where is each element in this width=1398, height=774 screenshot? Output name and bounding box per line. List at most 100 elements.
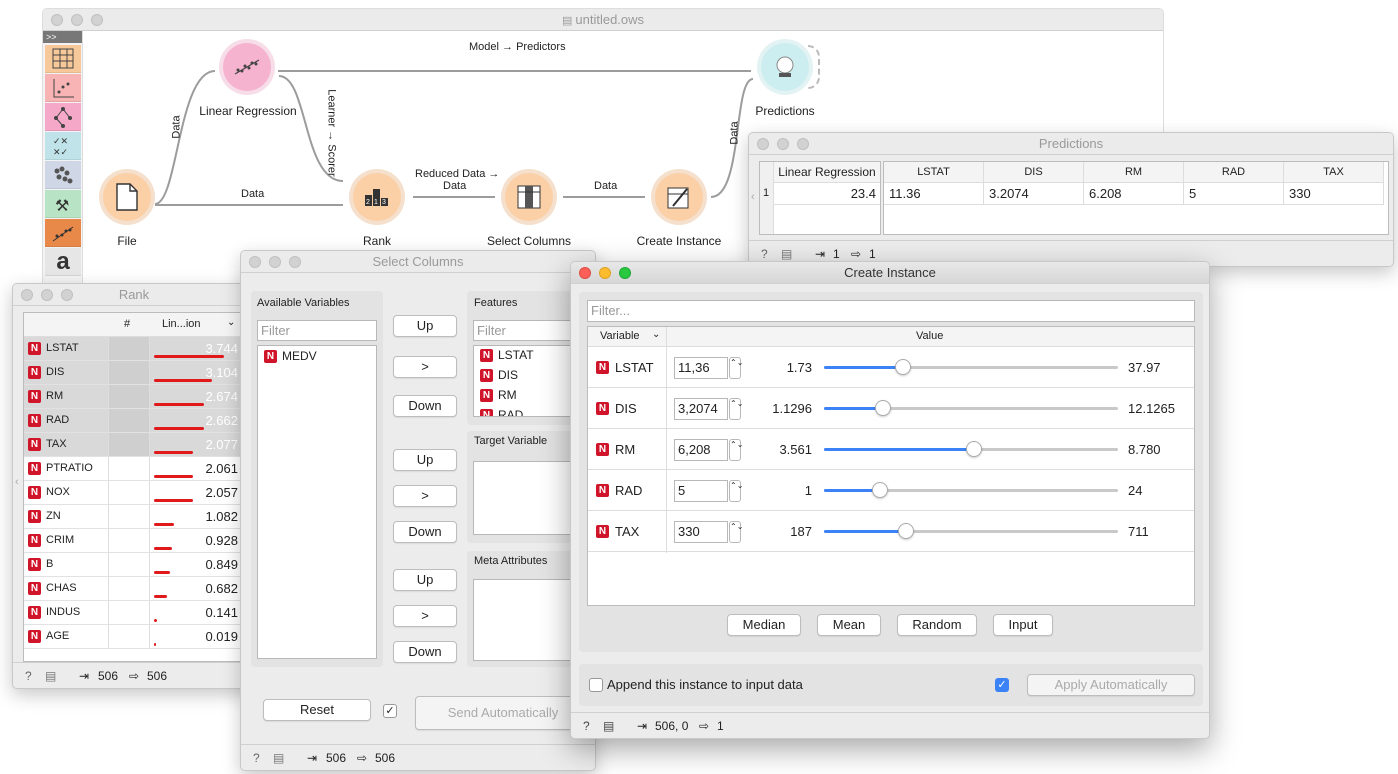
- random-button[interactable]: Random: [897, 614, 977, 636]
- help-icon[interactable]: ?: [25, 669, 32, 683]
- minimize-icon[interactable]: [599, 267, 611, 279]
- table-row[interactable]: N PTRATIO 2.061: [24, 457, 244, 481]
- table-row[interactable]: N AGE 0.019: [24, 625, 244, 649]
- table-row[interactable]: N DIS 3.104: [24, 361, 244, 385]
- value-input[interactable]: 5: [674, 480, 728, 502]
- value-stepper-icon[interactable]: ⌃⌄: [729, 357, 743, 379]
- predictions-column-header[interactable]: DIS: [984, 162, 1084, 183]
- table-row[interactable]: N RM 2.674: [24, 385, 244, 409]
- zoom-icon[interactable]: [289, 256, 301, 268]
- predictions-cell[interactable]: 3.2074: [984, 183, 1084, 205]
- value-input[interactable]: 3,2074: [674, 398, 728, 420]
- median-button[interactable]: Median: [727, 614, 801, 636]
- create-instance-widget[interactable]: [655, 173, 703, 221]
- available-variables-list[interactable]: N MEDV: [257, 345, 377, 659]
- variable-sort-chevron-icon[interactable]: ⌄: [652, 329, 660, 340]
- variable-column-header[interactable]: Variable: [600, 330, 640, 342]
- predictions-cell[interactable]: 5: [1184, 183, 1284, 205]
- slider-handle[interactable]: [965, 441, 982, 457]
- predictions-cell[interactable]: 330: [1284, 183, 1384, 205]
- minimize-icon[interactable]: [41, 289, 53, 301]
- value-input[interactable]: 11,36: [674, 357, 728, 379]
- features-up-button[interactable]: Up: [393, 315, 457, 337]
- append-checkbox[interactable]: [589, 678, 603, 692]
- features-down-button[interactable]: Down: [393, 395, 457, 417]
- close-icon[interactable]: [757, 138, 769, 150]
- zoom-icon[interactable]: [619, 267, 631, 279]
- sort-chevron-icon[interactable]: ⌄: [227, 317, 235, 328]
- meta-down-button[interactable]: Down: [393, 641, 457, 663]
- value-stepper-icon[interactable]: ⌃⌄: [729, 439, 743, 461]
- table-row[interactable]: N CRIM 0.928: [24, 529, 244, 553]
- value-column-header[interactable]: Value: [916, 330, 943, 342]
- zoom-icon[interactable]: [61, 289, 73, 301]
- predictions-column-header[interactable]: TAX: [1284, 162, 1384, 183]
- minimize-icon[interactable]: [269, 256, 281, 268]
- table-row[interactable]: N RAD 2.662: [24, 409, 244, 433]
- table-row[interactable]: N NOX 2.057: [24, 481, 244, 505]
- meta-move-button[interactable]: >: [393, 605, 457, 627]
- target-move-button[interactable]: >: [393, 485, 457, 507]
- features-move-button[interactable]: >: [393, 356, 457, 378]
- slider-handle[interactable]: [895, 359, 912, 375]
- help-icon[interactable]: ?: [253, 751, 260, 765]
- send-automatically-button[interactable]: Send Automatically: [415, 696, 591, 730]
- close-icon[interactable]: [579, 267, 591, 279]
- send-automatically-checkbox[interactable]: ✓: [383, 704, 397, 718]
- report-icon[interactable]: ▤: [273, 751, 284, 765]
- input-button[interactable]: Input: [993, 614, 1053, 636]
- help-icon[interactable]: ?: [761, 247, 768, 261]
- table-row[interactable]: N B 0.849: [24, 553, 244, 577]
- apply-automatically-button[interactable]: Apply Automatically: [1027, 674, 1195, 696]
- slider-handle[interactable]: [871, 482, 888, 498]
- target-up-button[interactable]: Up: [393, 449, 457, 471]
- value-input[interactable]: 330: [674, 521, 728, 543]
- rank-col-score[interactable]: Lin...ion: [162, 318, 201, 330]
- target-down-button[interactable]: Down: [393, 521, 457, 543]
- meta-up-button[interactable]: Up: [393, 569, 457, 591]
- available-filter-input[interactable]: Filter: [257, 320, 377, 341]
- model-column-header[interactable]: Linear Regression: [774, 162, 880, 183]
- predictions-cell[interactable]: 6.208: [1084, 183, 1184, 205]
- predictions-cell[interactable]: 11.36: [884, 183, 984, 205]
- value-stepper-icon[interactable]: ⌃⌄: [729, 521, 743, 543]
- select-columns-widget[interactable]: [505, 173, 553, 221]
- predictions-column-header[interactable]: RM: [1084, 162, 1184, 183]
- close-icon[interactable]: [21, 289, 33, 301]
- predictions-column-header[interactable]: RAD: [1184, 162, 1284, 183]
- table-row[interactable]: N ZN 1.082: [24, 505, 244, 529]
- linear-regression-widget[interactable]: [223, 43, 271, 91]
- report-icon[interactable]: ▤: [603, 719, 614, 733]
- apply-automatically-checkbox[interactable]: ✓: [995, 678, 1009, 692]
- mean-button[interactable]: Mean: [817, 614, 881, 636]
- value-input[interactable]: 6,208: [674, 439, 728, 461]
- file-widget[interactable]: [103, 173, 151, 221]
- create-filter-input[interactable]: Filter...: [587, 300, 1195, 322]
- report-icon[interactable]: ▤: [45, 669, 56, 683]
- slider-handle[interactable]: [898, 523, 915, 539]
- table-row[interactable]: N CHAS 0.682: [24, 577, 244, 601]
- model-prediction-cell[interactable]: 23.4: [774, 183, 880, 205]
- value-stepper-icon[interactable]: ⌃⌄: [729, 398, 743, 420]
- minimize-icon[interactable]: [71, 14, 83, 26]
- table-row[interactable]: N INDUS 0.141: [24, 601, 244, 625]
- collapse-left-icon[interactable]: ‹: [751, 191, 755, 203]
- collapse-left-icon[interactable]: ‹: [15, 476, 19, 488]
- zoom-icon[interactable]: [797, 138, 809, 150]
- close-icon[interactable]: [249, 256, 261, 268]
- table-row[interactable]: N TAX 2.077: [24, 433, 244, 457]
- help-icon[interactable]: ?: [583, 719, 590, 733]
- predictions-column-header[interactable]: LSTAT: [884, 162, 984, 183]
- value-stepper-icon[interactable]: ⌃⌄: [729, 480, 743, 502]
- close-icon[interactable]: [51, 14, 63, 26]
- zoom-icon[interactable]: [91, 14, 103, 26]
- report-icon[interactable]: ▤: [781, 247, 792, 261]
- predictions-widget[interactable]: [761, 43, 809, 91]
- list-item[interactable]: N MEDV: [258, 346, 376, 366]
- rank-widget[interactable]: 213: [353, 173, 401, 221]
- reset-button[interactable]: Reset: [263, 699, 371, 721]
- table-row[interactable]: N LSTAT 3.744: [24, 337, 244, 361]
- slider-handle[interactable]: [874, 400, 891, 416]
- minimize-icon[interactable]: [777, 138, 789, 150]
- rank-col-number[interactable]: #: [124, 318, 130, 330]
